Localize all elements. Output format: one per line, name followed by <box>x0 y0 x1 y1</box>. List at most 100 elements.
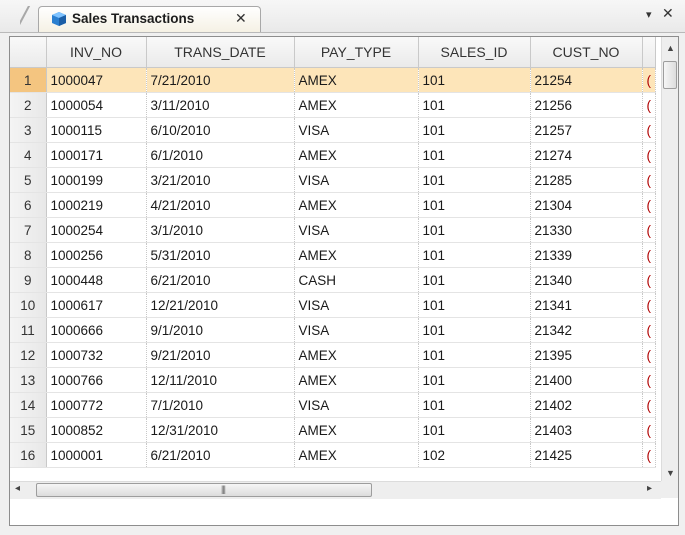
cell-partial[interactable]: ( <box>642 267 656 293</box>
scroll-up-icon[interactable]: ▲ <box>666 43 675 53</box>
cell-pay-type[interactable]: AMEX <box>294 242 419 268</box>
row-number[interactable]: 8 <box>10 242 47 268</box>
cell-trans-date[interactable]: 12/11/2010 <box>146 367 295 393</box>
row-number[interactable]: 16 <box>10 442 47 468</box>
cell-trans-date[interactable]: 6/21/2010 <box>146 442 295 468</box>
cell-sales-id[interactable]: 101 <box>418 267 531 293</box>
table-row[interactable]: 9 1000448 6/21/2010 CASH 101 21340( <box>10 267 656 293</box>
horizontal-scrollbar[interactable]: ◂ ||| ▸ <box>10 481 661 499</box>
vertical-scrollbar[interactable]: ▲ ▼ <box>661 37 678 481</box>
table-row[interactable]: 7 1000254 3/1/2010 VISA 101 21330( <box>10 217 656 243</box>
cell-pay-type[interactable]: VISA <box>294 117 419 143</box>
cell-inv-no[interactable]: 1000047 <box>46 67 147 93</box>
vertical-scroll-thumb[interactable] <box>663 61 677 89</box>
table-row[interactable]: 12 1000732 9/21/2010 AMEX 101 21395( <box>10 342 656 368</box>
cell-trans-date[interactable]: 9/1/2010 <box>146 317 295 343</box>
column-header-sales-id[interactable]: SALES_ID <box>418 37 531 68</box>
cell-inv-no[interactable]: 1000171 <box>46 142 147 168</box>
table-row[interactable]: 10 1000617 12/21/2010 VISA 101 21341( <box>10 292 656 318</box>
cell-cust-no[interactable]: 21285 <box>530 167 643 193</box>
cell-pay-type[interactable]: VISA <box>294 317 419 343</box>
cell-trans-date[interactable]: 12/21/2010 <box>146 292 295 318</box>
cell-pay-type[interactable]: VISA <box>294 217 419 243</box>
cell-sales-id[interactable]: 101 <box>418 292 531 318</box>
cell-partial[interactable]: ( <box>642 217 656 243</box>
row-number[interactable]: 9 <box>10 267 47 293</box>
table-row[interactable]: 2 1000054 3/11/2010 AMEX 101 21256( <box>10 92 656 118</box>
cell-sales-id[interactable]: 101 <box>418 92 531 118</box>
cell-trans-date[interactable]: 6/1/2010 <box>146 142 295 168</box>
cell-partial[interactable]: ( <box>642 442 656 468</box>
cell-trans-date[interactable]: 3/21/2010 <box>146 167 295 193</box>
cell-partial[interactable]: ( <box>642 192 656 218</box>
cell-partial[interactable]: ( <box>642 167 656 193</box>
column-header-trans-date[interactable]: TRANS_DATE <box>146 37 295 68</box>
cell-sales-id[interactable]: 101 <box>418 242 531 268</box>
cell-pay-type[interactable]: AMEX <box>294 192 419 218</box>
table-row[interactable]: 16 1000001 6/21/2010 AMEX 102 21425( <box>10 442 656 468</box>
table-row[interactable]: 4 1000171 6/1/2010 AMEX 101 21274( <box>10 142 656 168</box>
cell-pay-type[interactable]: AMEX <box>294 67 419 93</box>
cell-inv-no[interactable]: 1000219 <box>46 192 147 218</box>
table-row[interactable]: 1 1000047 7/21/2010 AMEX 101 21254( <box>10 67 656 93</box>
cell-cust-no[interactable]: 21330 <box>530 217 643 243</box>
scroll-down-icon[interactable]: ▼ <box>666 468 675 478</box>
cell-pay-type[interactable]: VISA <box>294 292 419 318</box>
row-header-corner[interactable] <box>10 37 47 68</box>
cell-sales-id[interactable]: 101 <box>418 167 531 193</box>
table-row[interactable]: 8 1000256 5/31/2010 AMEX 101 21339( <box>10 242 656 268</box>
cell-cust-no[interactable]: 21342 <box>530 317 643 343</box>
cell-inv-no[interactable]: 1000617 <box>46 292 147 318</box>
cell-pay-type[interactable]: VISA <box>294 392 419 418</box>
cell-cust-no[interactable]: 21395 <box>530 342 643 368</box>
cell-trans-date[interactable]: 6/10/2010 <box>146 117 295 143</box>
table-row[interactable]: 6 1000219 4/21/2010 AMEX 101 21304( <box>10 192 656 218</box>
cell-pay-type[interactable]: VISA <box>294 167 419 193</box>
table-row[interactable]: 5 1000199 3/21/2010 VISA 101 21285( <box>10 167 656 193</box>
cell-pay-type[interactable]: AMEX <box>294 142 419 168</box>
cell-trans-date[interactable]: 4/21/2010 <box>146 192 295 218</box>
cell-partial[interactable]: ( <box>642 417 656 443</box>
cell-partial[interactable]: ( <box>642 142 656 168</box>
cell-cust-no[interactable]: 21400 <box>530 367 643 393</box>
cell-partial[interactable]: ( <box>642 292 656 318</box>
cell-inv-no[interactable]: 1000254 <box>46 217 147 243</box>
cell-sales-id[interactable]: 101 <box>418 392 531 418</box>
cell-inv-no[interactable]: 1000448 <box>46 267 147 293</box>
column-header-partial[interactable] <box>642 37 656 68</box>
horizontal-scroll-thumb[interactable]: ||| <box>36 483 372 497</box>
row-number[interactable]: 15 <box>10 417 47 443</box>
cell-cust-no[interactable]: 21304 <box>530 192 643 218</box>
cell-sales-id[interactable]: 101 <box>418 342 531 368</box>
cell-cust-no[interactable]: 21341 <box>530 292 643 318</box>
cell-sales-id[interactable]: 101 <box>418 317 531 343</box>
scroll-right-icon[interactable]: ▸ <box>647 483 652 494</box>
cell-cust-no[interactable]: 21340 <box>530 267 643 293</box>
cell-trans-date[interactable]: 5/31/2010 <box>146 242 295 268</box>
cell-inv-no[interactable]: 1000666 <box>46 317 147 343</box>
cell-inv-no[interactable]: 1000001 <box>46 442 147 468</box>
cell-sales-id[interactable]: 101 <box>418 117 531 143</box>
cell-pay-type[interactable]: AMEX <box>294 92 419 118</box>
row-number[interactable]: 6 <box>10 192 47 218</box>
table-row[interactable]: 15 1000852 12/31/2010 AMEX 101 21403( <box>10 417 656 443</box>
cell-trans-date[interactable]: 9/21/2010 <box>146 342 295 368</box>
row-number[interactable]: 13 <box>10 367 47 393</box>
table-row[interactable]: 14 1000772 7/1/2010 VISA 101 21402( <box>10 392 656 418</box>
cell-sales-id[interactable]: 101 <box>418 217 531 243</box>
cell-cust-no[interactable]: 21257 <box>530 117 643 143</box>
cell-partial[interactable]: ( <box>642 392 656 418</box>
cell-pay-type[interactable]: AMEX <box>294 367 419 393</box>
column-header-inv-no[interactable]: INV_NO <box>46 37 147 68</box>
cell-trans-date[interactable]: 3/11/2010 <box>146 92 295 118</box>
cell-partial[interactable]: ( <box>642 242 656 268</box>
cell-inv-no[interactable]: 1000852 <box>46 417 147 443</box>
cell-trans-date[interactable]: 6/21/2010 <box>146 267 295 293</box>
cell-sales-id[interactable]: 101 <box>418 192 531 218</box>
cell-partial[interactable]: ( <box>642 367 656 393</box>
row-number[interactable]: 10 <box>10 292 47 318</box>
cell-trans-date[interactable]: 7/21/2010 <box>146 67 295 93</box>
cell-inv-no[interactable]: 1000054 <box>46 92 147 118</box>
cell-sales-id[interactable]: 101 <box>418 67 531 93</box>
cell-cust-no[interactable]: 21254 <box>530 67 643 93</box>
